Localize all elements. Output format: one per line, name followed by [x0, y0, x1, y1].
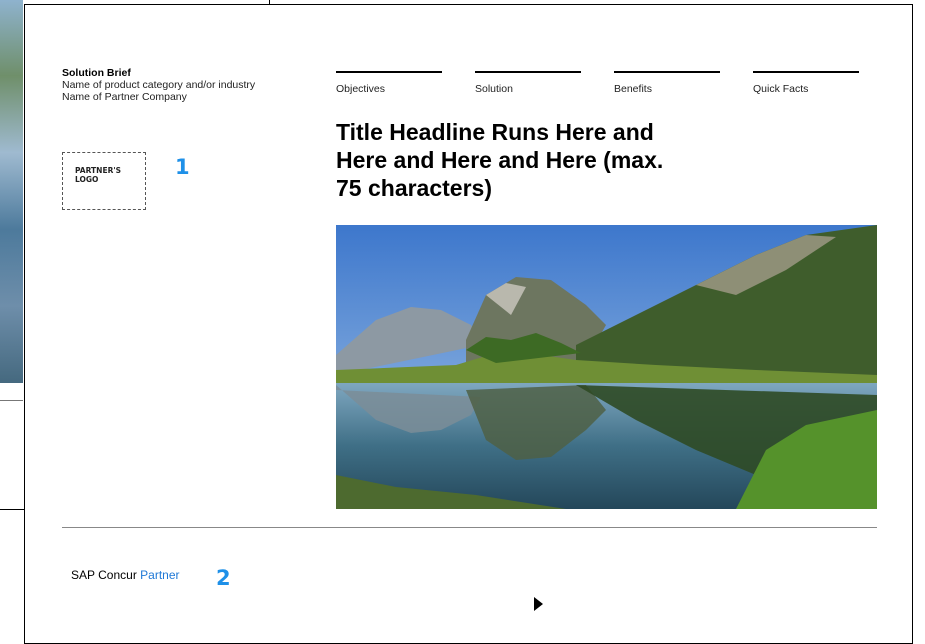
nav-label: Objectives — [336, 83, 386, 95]
nav-item-objectives[interactable]: Objectives — [336, 71, 442, 95]
callout-number-1: 1 — [175, 155, 190, 179]
logo-text-line2: LOGO — [75, 175, 99, 184]
nav-divider — [753, 71, 859, 73]
title-headline: Title Headline Runs Here and Here and He… — [336, 118, 776, 202]
brand-accent: Partner — [140, 568, 180, 582]
logo-text-line1: PARTNER'S — [75, 166, 122, 175]
brand-name: SAP Concur — [71, 568, 137, 582]
pointer-arrow-icon — [534, 597, 544, 616]
nav-label: Quick Facts — [753, 83, 809, 95]
solution-brief-header: Solution Brief Name of product category … — [62, 67, 255, 103]
product-category-text: Name of product category and/or industry — [62, 79, 256, 91]
solution-brief-page: Solution Brief Name of product category … — [24, 4, 913, 644]
headline-line: 75 characters) — [336, 175, 492, 201]
background-page-photo-strip — [0, 0, 23, 383]
nav-label: Solution — [475, 83, 513, 95]
background-page-rule — [0, 400, 23, 401]
sap-concur-partner-brand: SAP Concur Partner — [71, 568, 180, 582]
solution-brief-title: Solution Brief — [62, 67, 131, 79]
nav-item-quick-facts[interactable]: Quick Facts — [753, 71, 859, 95]
nav-divider — [475, 71, 581, 73]
nav-label: Benefits — [614, 83, 652, 95]
partner-logo-placeholder: PARTNER'S LOGO — [62, 152, 146, 210]
nav-item-solution[interactable]: Solution — [475, 71, 581, 95]
headline-line: Title Headline Runs Here and — [336, 119, 654, 145]
nav-item-benefits[interactable]: Benefits — [614, 71, 720, 95]
partner-company-text: Name of Partner Company — [62, 91, 187, 103]
footer-divider — [62, 527, 877, 528]
nav-divider — [614, 71, 720, 73]
nav-divider — [336, 71, 442, 73]
hero-landscape-image — [336, 225, 877, 509]
callout-number-2: 2 — [216, 566, 231, 590]
section-nav: Objectives Solution Benefits Quick Facts — [336, 71, 859, 101]
headline-line: Here and Here and Here (max. — [336, 147, 664, 173]
